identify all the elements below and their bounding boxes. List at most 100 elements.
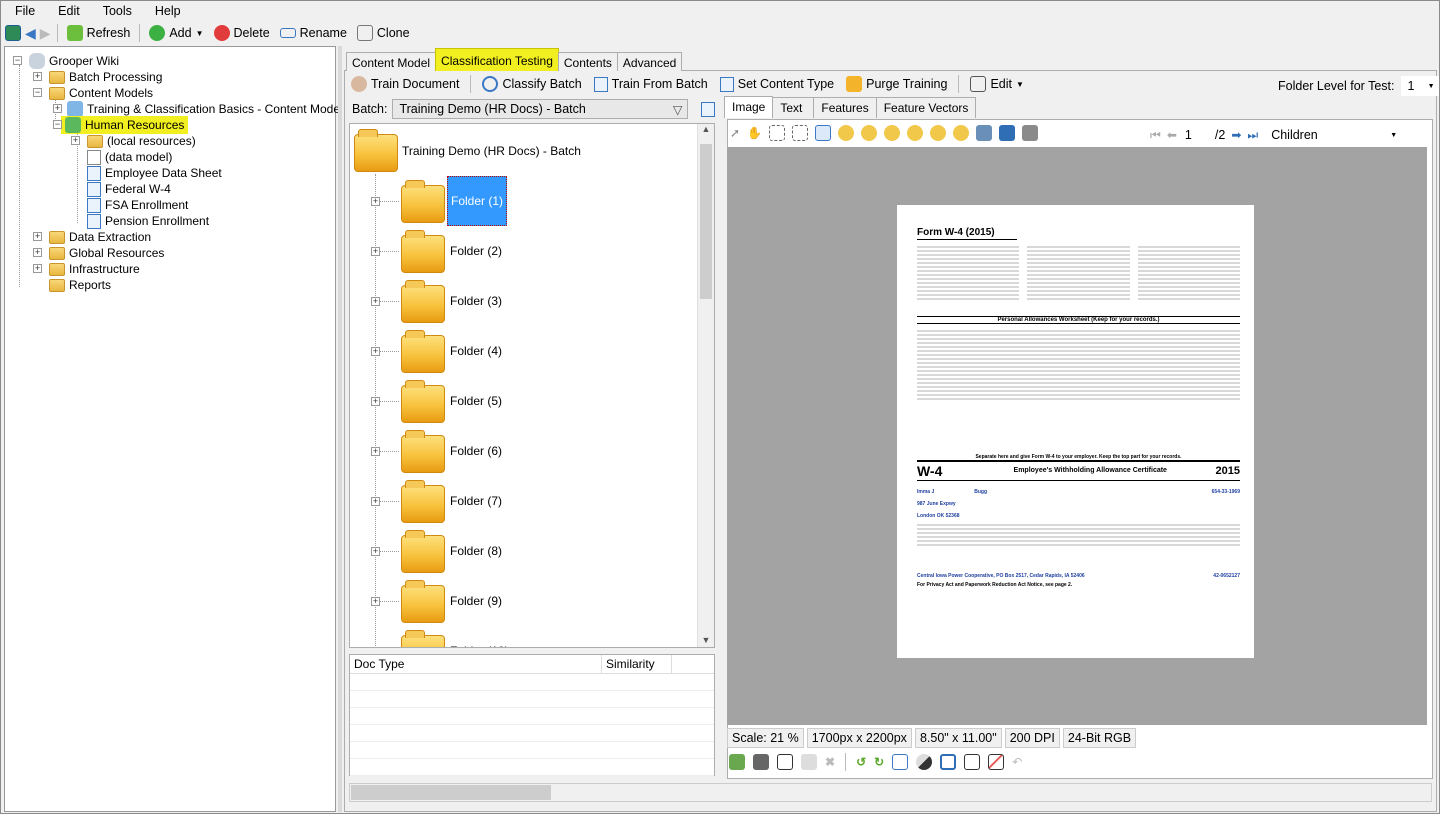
- page-number-input[interactable]: 1: [1182, 128, 1209, 142]
- expand-folder-icon[interactable]: +: [371, 497, 380, 506]
- tree-node-data-extraction[interactable]: + Data Extraction: [33, 229, 151, 245]
- tree-node-infrastructure[interactable]: + Infrastructure: [33, 261, 140, 277]
- clone-button[interactable]: Clone: [354, 25, 413, 41]
- first-page-icon[interactable]: ⏮: [1150, 128, 1161, 143]
- tree-node-data-model[interactable]: (data model): [87, 149, 172, 165]
- tab-image[interactable]: Image: [724, 96, 774, 118]
- pointer-icon[interactable]: ➚: [730, 126, 740, 140]
- batch-folder-item[interactable]: Folder (7): [447, 494, 505, 508]
- tree-node-fsa-enrollment[interactable]: FSA Enrollment: [87, 197, 188, 213]
- batch-folder-item[interactable]: Folder (6): [447, 444, 505, 458]
- image-compare-icon[interactable]: [801, 754, 817, 770]
- zoom-in-icon[interactable]: [838, 125, 855, 141]
- tab-features[interactable]: Features: [813, 97, 877, 118]
- batch-root-label[interactable]: Training Demo (HR Docs) - Batch: [399, 144, 584, 158]
- tree-node-employee-data-sheet[interactable]: Employee Data Sheet: [87, 165, 222, 181]
- undo-icon[interactable]: ↶: [1012, 755, 1022, 769]
- add-button[interactable]: Add ▼: [146, 25, 206, 41]
- menu-file[interactable]: File: [1, 4, 44, 18]
- expand-folder-icon[interactable]: +: [371, 197, 380, 206]
- batch-info-icon[interactable]: [701, 101, 716, 117]
- train-document-button[interactable]: Train Document: [348, 76, 462, 92]
- tree-node-federal-w4[interactable]: Federal W-4: [87, 181, 171, 197]
- crop-icon[interactable]: [940, 754, 957, 770]
- tree-node-training-model[interactable]: + Training & Classification Basics - Cont…: [53, 101, 343, 117]
- menu-tools[interactable]: Tools: [89, 4, 141, 18]
- forward-icon[interactable]: ▶: [40, 25, 51, 42]
- expand-folder-icon[interactable]: +: [371, 397, 380, 406]
- pan-hand-icon[interactable]: ✋: [747, 126, 762, 140]
- tab-text[interactable]: Text: [772, 97, 815, 118]
- batch-select[interactable]: Training Demo (HR Docs) - Batch ▽: [392, 99, 689, 119]
- tree-node-local-resources[interactable]: + (local resources): [71, 133, 196, 149]
- back-icon[interactable]: ◀: [25, 25, 36, 42]
- scrollbar-thumb[interactable]: [700, 144, 712, 299]
- batch-folder-item[interactable]: Folder (3): [447, 294, 505, 308]
- column-doc-type[interactable]: Doc Type: [350, 655, 602, 673]
- tab-feature-vectors[interactable]: Feature Vectors: [875, 97, 977, 118]
- auto-orient-icon[interactable]: [892, 754, 909, 770]
- image-grayscale-icon[interactable]: [753, 754, 769, 770]
- next-page-icon[interactable]: ➡: [1231, 128, 1241, 142]
- curve-icon[interactable]: [988, 754, 1005, 770]
- tab-advanced[interactable]: Advanced: [616, 52, 683, 71]
- refresh-button[interactable]: Refresh: [64, 25, 134, 41]
- panel-toggle-icon[interactable]: [5, 25, 21, 41]
- tree-node-global-resources[interactable]: + Global Resources: [33, 245, 164, 261]
- edit-button[interactable]: Edit ▼: [967, 76, 1026, 92]
- remove-icon[interactable]: ✖: [825, 755, 835, 769]
- folder-level-select[interactable]: 1 ▼: [1400, 76, 1439, 96]
- tab-content-model[interactable]: Content Model: [346, 52, 437, 71]
- column-similarity[interactable]: Similarity: [602, 655, 672, 673]
- expand-folder-icon[interactable]: +: [371, 447, 380, 456]
- expand-folder-icon[interactable]: +: [373, 647, 378, 648]
- tab-contents[interactable]: Contents: [557, 52, 618, 71]
- select-region-icon[interactable]: [769, 125, 786, 141]
- zoom-out-icon[interactable]: [861, 125, 878, 141]
- batch-folder-item[interactable]: Folder (5): [447, 394, 505, 408]
- image-binary-icon[interactable]: [777, 754, 793, 770]
- settings-tools-icon[interactable]: [1022, 125, 1039, 141]
- tree-node-batch-processing[interactable]: + Batch Processing: [33, 69, 162, 85]
- image-color-icon[interactable]: [729, 754, 745, 770]
- expand-folder-icon[interactable]: +: [371, 247, 380, 256]
- batch-folder-item[interactable]: Folder (1): [447, 176, 508, 226]
- zoom-region-icon[interactable]: [792, 125, 809, 141]
- rotate-left-icon[interactable]: ↺: [856, 755, 866, 769]
- zoom-height-icon[interactable]: [953, 125, 970, 141]
- view-mode-select[interactable]: Children ▼: [1264, 125, 1403, 145]
- set-content-type-button[interactable]: Set Content Type: [717, 76, 837, 92]
- menu-edit[interactable]: Edit: [44, 4, 89, 18]
- save-icon[interactable]: [999, 125, 1016, 141]
- expand-folder-icon[interactable]: +: [371, 347, 380, 356]
- splitter[interactable]: [338, 46, 342, 812]
- classify-batch-button[interactable]: Classify Batch: [479, 76, 584, 92]
- last-page-icon[interactable]: ⏭: [1247, 128, 1258, 143]
- prev-page-icon[interactable]: ⬅: [1167, 128, 1177, 142]
- horizontal-scrollbar[interactable]: [349, 783, 1432, 802]
- rename-button[interactable]: Rename: [277, 26, 350, 40]
- expand-folder-icon[interactable]: +: [371, 547, 380, 556]
- batch-folder-item[interactable]: Folder (8): [447, 544, 505, 558]
- expand-folder-icon[interactable]: +: [371, 597, 380, 606]
- tree-node-reports[interactable]: Reports: [33, 277, 111, 293]
- contrast-icon[interactable]: [916, 754, 933, 770]
- purge-training-button[interactable]: Purge Training: [843, 76, 950, 92]
- pages-icon[interactable]: [964, 754, 981, 770]
- scrollbar-thumb[interactable]: [351, 785, 551, 800]
- menu-help[interactable]: Help: [141, 4, 190, 18]
- rotate-right-icon[interactable]: ↻: [874, 755, 884, 769]
- scroll-down-icon[interactable]: ▼: [698, 635, 714, 645]
- zoom-page-icon[interactable]: [815, 125, 832, 141]
- delete-button[interactable]: Delete: [211, 25, 273, 41]
- zoom-width-icon[interactable]: [930, 125, 947, 141]
- tree-node-pension-enrollment[interactable]: Pension Enrollment: [87, 213, 209, 229]
- tree-node-content-models[interactable]: − Content Models: [33, 85, 153, 101]
- zoom-fit-icon[interactable]: [907, 125, 924, 141]
- batch-folder-item[interactable]: Folder (9): [447, 594, 505, 608]
- train-from-batch-button[interactable]: Train From Batch: [591, 76, 711, 92]
- tab-classification-testing[interactable]: Classification Testing: [435, 48, 559, 71]
- expand-folder-icon[interactable]: +: [371, 297, 380, 306]
- tree-node-human-resources[interactable]: − Human Resources: [53, 116, 189, 134]
- scroll-up-icon[interactable]: ▲: [698, 124, 714, 134]
